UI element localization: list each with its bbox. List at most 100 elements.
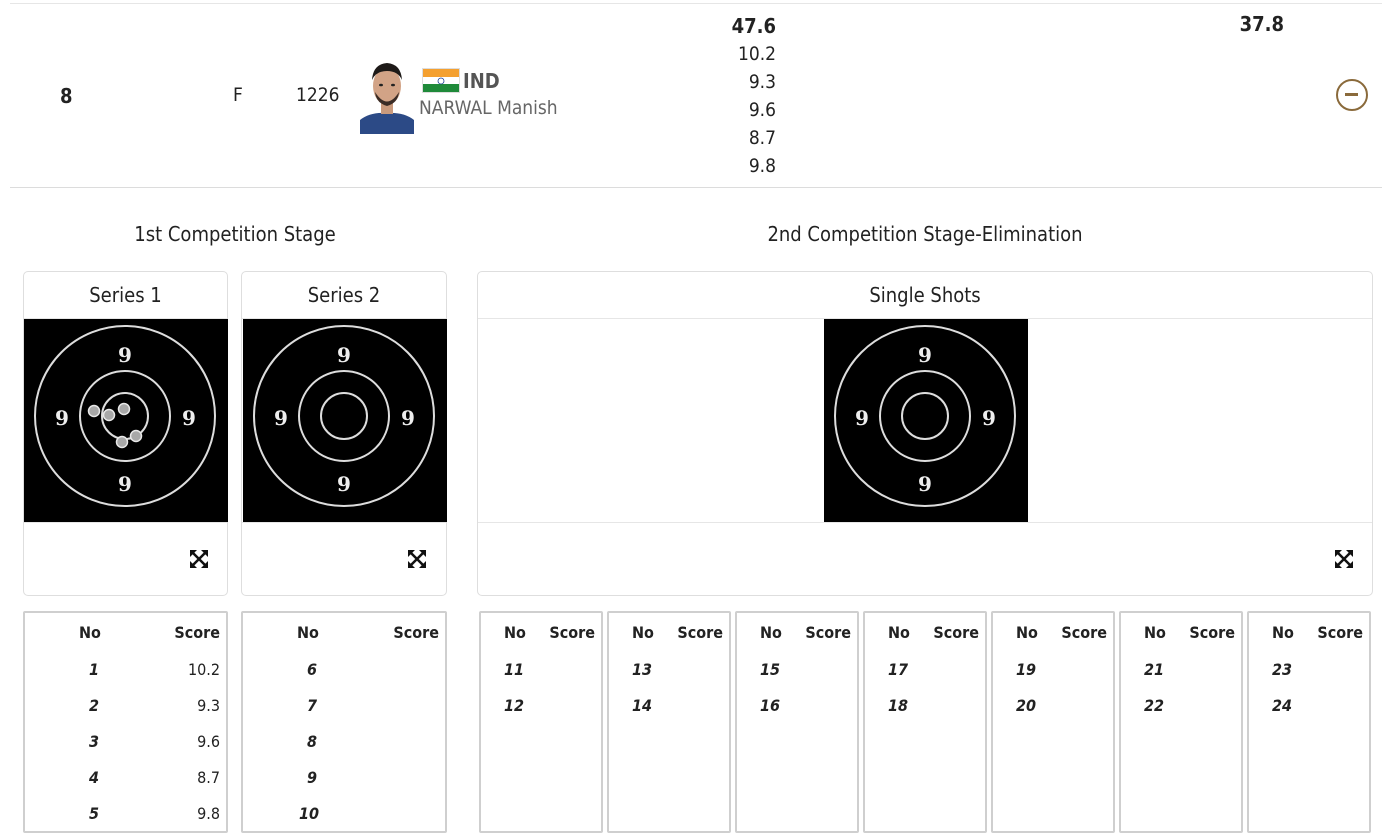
ring-label: 9 — [274, 406, 288, 430]
collapse-icon[interactable] — [1336, 79, 1368, 111]
ring-label: 9 — [918, 343, 932, 367]
shot-no: 9 — [307, 768, 318, 787]
shot-hit — [117, 402, 131, 416]
shot-hit — [129, 429, 143, 443]
shot-no: 18 — [888, 696, 909, 715]
row-divider-top — [10, 3, 1382, 4]
single-shots-title: Single Shots — [478, 272, 1372, 319]
shot-no: 3 — [89, 732, 100, 751]
single-shots-target: 9 9 9 9 — [824, 319, 1028, 522]
shot-no: 19 — [1016, 660, 1037, 679]
col-header-no: No — [297, 623, 319, 642]
ring-label: 9 — [118, 343, 132, 367]
ring-label: 9 — [401, 406, 415, 430]
ring-label: 9 — [337, 343, 351, 367]
shot-no: 2 — [89, 696, 100, 715]
single-shots-table: No Score 23 24 — [1247, 611, 1371, 833]
shot-no: 22 — [1144, 696, 1165, 715]
shot-no: 8 — [307, 732, 318, 751]
shot-score: 9.6 — [197, 732, 220, 751]
col-header-no: No — [79, 623, 101, 642]
shot-score: 8.7 — [197, 768, 220, 787]
shot-score: 9.8 — [197, 804, 220, 823]
shot-no: 16 — [760, 696, 781, 715]
shot-no: 17 — [888, 660, 909, 679]
shot-hit — [115, 435, 129, 449]
shot-no: 11 — [504, 660, 525, 679]
col-header-no: No — [504, 623, 526, 642]
shot-score: 10.2 — [187, 660, 220, 679]
shot-no: 12 — [504, 696, 525, 715]
shot-hit — [102, 408, 116, 422]
bib-number: 1226 — [296, 84, 340, 106]
col-header-no: No — [888, 623, 910, 642]
series1-target: 9 9 9 9 — [24, 319, 228, 522]
col-header-no: No — [632, 623, 654, 642]
shot-no: 23 — [1272, 660, 1293, 679]
col-header-no: No — [760, 623, 782, 642]
qualification-mark: F — [233, 84, 243, 106]
athlete-name: NARWAL Manish — [419, 97, 558, 119]
single-shots-table: No Score 19 20 — [991, 611, 1115, 833]
card-divider — [478, 522, 1372, 523]
col-header-score: Score — [393, 623, 439, 642]
single-shots-table: No Score 17 18 — [863, 611, 987, 833]
col-header-score: Score — [1189, 623, 1235, 642]
col-header-no: No — [1016, 623, 1038, 642]
single-shots-table: No Score 15 16 — [735, 611, 859, 833]
series2-score-table: No Score 6 7 8 9 10 — [241, 611, 447, 833]
card-divider — [24, 522, 227, 523]
athlete-avatar — [360, 56, 414, 134]
stage1-shot: 10.2 — [737, 43, 776, 65]
ring-label: 9 — [55, 406, 69, 430]
series2-target: 9 9 9 9 — [243, 319, 447, 522]
shot-no: 5 — [89, 804, 100, 823]
ring-label: 9 — [337, 472, 351, 496]
shot-no: 10 — [299, 804, 320, 823]
expand-icon[interactable] — [1334, 549, 1354, 569]
col-header-no: No — [1144, 623, 1166, 642]
col-header-no: No — [1272, 623, 1294, 642]
series1-title: Series 1 — [24, 272, 227, 319]
stage1-shot: 9.3 — [748, 71, 776, 93]
col-header-score: Score — [1061, 623, 1107, 642]
shot-no: 21 — [1144, 660, 1165, 679]
stage1-shot: 9.8 — [748, 155, 776, 177]
single-shots-table: No Score 11 12 — [479, 611, 603, 833]
series1-score-table: No Score 1 10.2 2 9.3 3 9.6 4 8.7 5 9.8 — [23, 611, 228, 833]
shot-no: 15 — [760, 660, 781, 679]
shot-no: 20 — [1016, 696, 1037, 715]
col-header-score: Score — [1317, 623, 1363, 642]
col-header-score: Score — [549, 623, 595, 642]
stage1-shot: 8.7 — [748, 127, 776, 149]
shot-no: 4 — [89, 768, 100, 787]
ring-label: 9 — [855, 406, 869, 430]
stage1-title: 1st Competition Stage — [134, 222, 336, 246]
row-divider-bottom — [10, 187, 1382, 188]
stage2-title: 2nd Competition Stage-Elimination — [767, 222, 1083, 246]
series2-title: Series 2 — [242, 272, 446, 319]
col-header-score: Score — [805, 623, 851, 642]
single-shots-table: No Score 21 22 — [1119, 611, 1243, 833]
expand-icon[interactable] — [189, 549, 209, 569]
ring-label: 9 — [118, 472, 132, 496]
stage1-scores: 47.6 10.2 9.3 9.6 8.7 9.8 — [700, 12, 776, 180]
shot-no: 13 — [632, 660, 653, 679]
stage2-total: 37.8 — [1239, 12, 1284, 36]
expand-icon[interactable] — [407, 549, 427, 569]
shot-score: 9.3 — [197, 696, 220, 715]
col-header-score: Score — [677, 623, 723, 642]
flag-icon — [422, 68, 460, 93]
rank: 8 — [60, 84, 73, 108]
stage1-shot: 9.6 — [748, 99, 776, 121]
shot-hit — [87, 404, 101, 418]
shot-no: 1 — [89, 660, 100, 679]
single-shots-card: Single Shots 9 9 9 9 — [477, 271, 1373, 596]
ring-label: 9 — [182, 406, 196, 430]
single-shots-table: No Score 13 14 — [607, 611, 731, 833]
shot-no: 14 — [632, 696, 653, 715]
shot-no: 7 — [307, 696, 318, 715]
shot-no: 24 — [1272, 696, 1293, 715]
noc-code: IND — [463, 69, 500, 93]
ring-label: 9 — [982, 406, 996, 430]
